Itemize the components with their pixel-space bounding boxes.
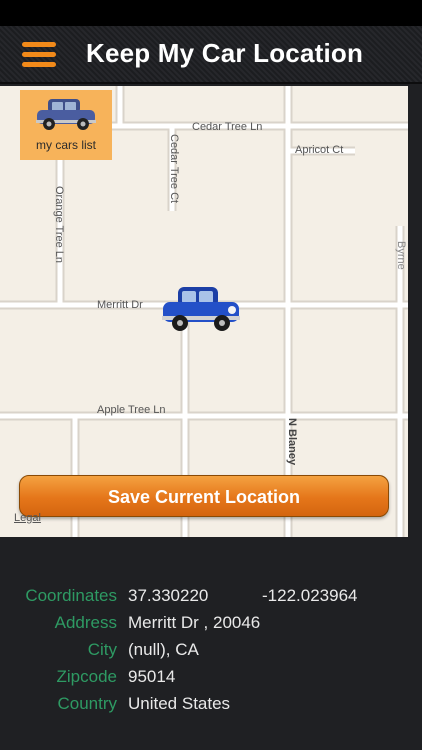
car-icon [36,99,96,130]
coordinates-row: Coordinates 37.330220 -122.023964 [0,586,422,613]
status-bar [0,0,422,26]
street-label-orange-tree-ln: Orange Tree Ln [53,186,65,264]
street-label-cedar-tree-ct: Cedar Tree Ct [168,134,180,204]
coordinates-label: Coordinates [25,586,117,605]
address-label: Address [54,613,117,632]
country-label: Country [57,694,117,713]
country-value: United States [128,694,231,713]
hamburger-menu-icon[interactable] [22,42,56,68]
address-value: Merritt Dr , 20046 [128,613,261,632]
address-row: Address Merritt Dr , 20046 [0,613,422,640]
street-label-partial: Byrne [395,241,407,270]
save-current-location-button[interactable]: Save Current Location [19,475,389,517]
my-cars-list-button[interactable]: my cars list [20,90,112,160]
city-label: City [87,640,117,659]
page-title: Keep My Car Location [86,38,364,68]
zipcode-label: Zipcode [56,667,117,686]
street-label-merritt-dr: Merritt Dr [97,299,143,311]
zipcode-row: Zipcode 95014 [0,667,422,694]
latitude-value: 37.330220 [128,586,209,605]
street-label-apricot-ct: Apricot Ct [295,144,344,156]
city-value: (null), CA [128,640,199,659]
country-row: Country United States [0,694,422,721]
city-row: City (null), CA [0,640,422,667]
street-label-cedar-tree-ln: Cedar Tree Ln [192,121,263,133]
map-view[interactable]: Cedar Tree Ln Cedar Tree Ct Apricot Ct O… [0,86,408,537]
longitude-value: -122.023964 [262,586,358,605]
cars-list-label: my cars list [36,138,96,152]
street-label-n-blaney: N Blaney [286,418,298,466]
nav-bar: Keep My Car Location [0,26,422,84]
street-label-apple-tree-ln: Apple Tree Ln [97,404,166,416]
zipcode-value: 95014 [128,667,176,686]
legal-link[interactable]: Legal [14,512,41,524]
car-icon[interactable] [160,284,242,336]
